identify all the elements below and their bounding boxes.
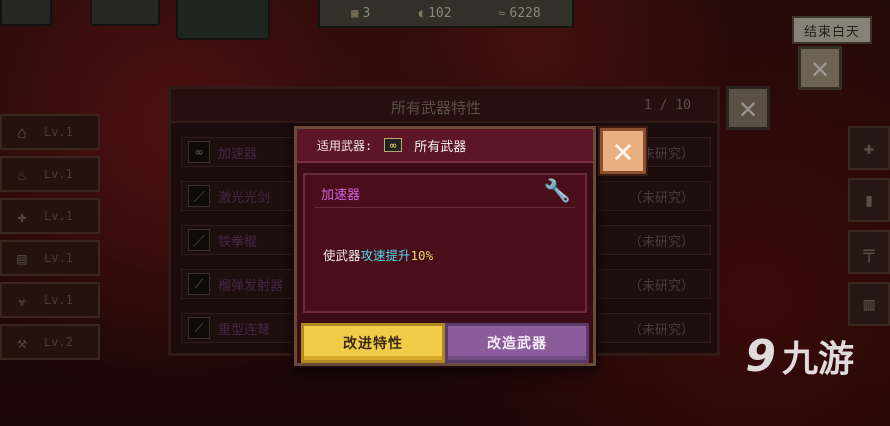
trait-detail-modal: 适用武器: ∞ 所有武器 加速器 🔧 使武器攻速提升10% 改进特性 改造武器: [294, 126, 596, 366]
trait-description: 使武器攻速提升10%: [323, 248, 434, 263]
trait-name: 加速器: [321, 188, 361, 203]
watermark: 9 九游: [745, 330, 854, 382]
desc-value: 10%: [410, 248, 434, 263]
modal-header: 适用武器: ∞ 所有武器: [297, 129, 593, 163]
divider: [315, 207, 575, 208]
infinity-icon: ∞: [384, 138, 403, 152]
close-icon[interactable]: ✕: [600, 128, 646, 174]
desc-highlight: 攻速提升: [360, 248, 411, 263]
applies-value: 所有武器: [414, 139, 467, 155]
watermark-text: 九游: [781, 339, 854, 380]
wrench-icon: 🔧: [543, 179, 571, 204]
modify-weapon-button[interactable]: 改造武器: [445, 323, 589, 363]
applies-label: 适用武器:: [317, 138, 373, 153]
improve-trait-button[interactable]: 改进特性: [301, 323, 445, 363]
trait-card: 加速器 🔧 使武器攻速提升10%: [303, 173, 587, 313]
watermark-logo: 9: [745, 330, 776, 382]
